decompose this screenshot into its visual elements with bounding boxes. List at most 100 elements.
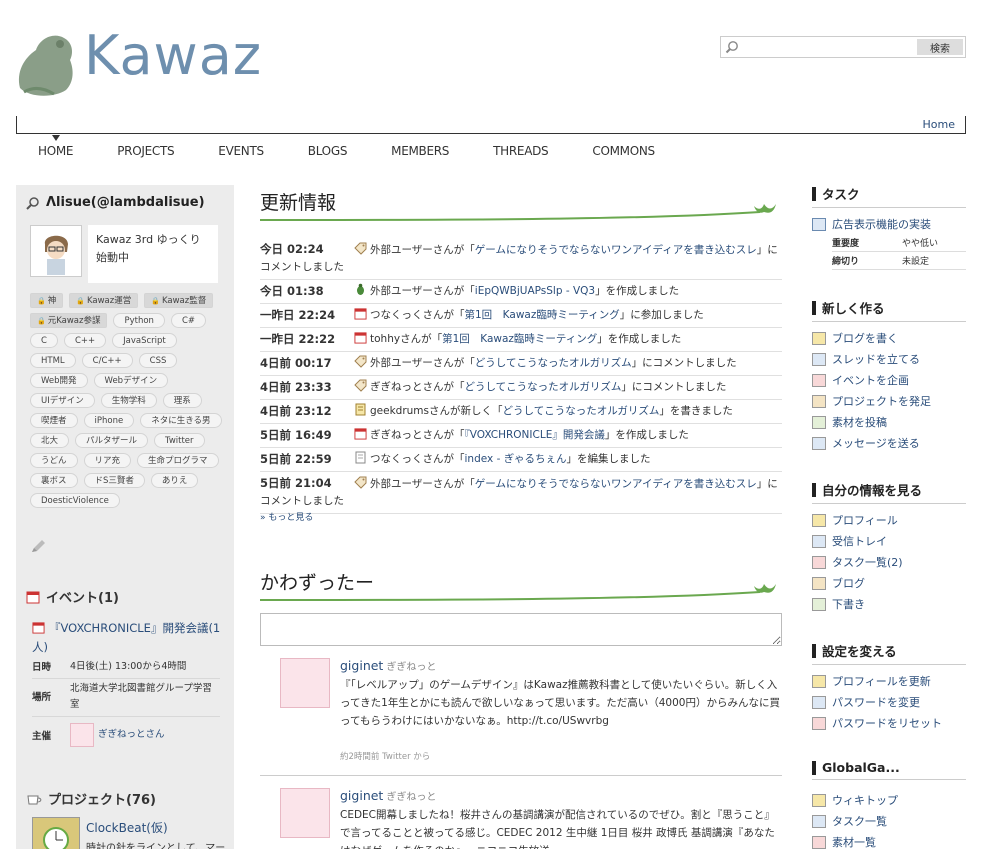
user-tag[interactable]: 🔒 Kawaz運営 — [69, 293, 139, 308]
user-tag[interactable]: ありえ — [150, 473, 199, 488]
create-link[interactable]: スレッドを立てる — [812, 351, 920, 367]
user-avatar-icon — [31, 226, 81, 276]
user-tag-label: Kawaz監督 — [161, 296, 207, 306]
update-link[interactable]: ゲームになりそうでならないワンアイディアを書き込むスレ — [475, 244, 757, 256]
user-tag[interactable]: DoesticViolence — [30, 493, 120, 508]
update-link[interactable]: 第1回 Kawaz臨時ミーティング — [465, 309, 620, 321]
user-tag-label: Web開発 — [41, 376, 77, 386]
create-link[interactable]: イベントを企画 — [812, 372, 909, 388]
update-link[interactable]: index - ぎゃるちぇん — [465, 453, 567, 465]
tweet-avatar[interactable] — [280, 658, 330, 708]
breadcrumb-home-link[interactable]: Home — [923, 118, 955, 131]
user-tag[interactable]: C — [30, 333, 58, 348]
update-text-post: 」を書きました — [659, 405, 733, 417]
global-link-text: ウィキトップ — [832, 794, 898, 807]
task-link-text: 広告表示機能の実装 — [832, 218, 931, 231]
user-tag[interactable]: 生物学科 — [100, 393, 157, 408]
nav-blogs[interactable]: BLOGS — [308, 144, 348, 158]
tweet-avatar[interactable] — [280, 788, 330, 838]
settings-link[interactable]: パスワードを変更 — [812, 694, 920, 710]
update-link[interactable]: どうしてこうなったオルガリズム — [465, 381, 622, 393]
settings-link[interactable]: プロフィールを更新 — [812, 673, 931, 689]
user-tag[interactable]: 北大 — [30, 433, 70, 448]
create-link[interactable]: メッセージを送る — [812, 435, 920, 451]
user-tag-label: パルタザール — [86, 436, 138, 446]
global-link[interactable]: 素材一覧 — [812, 834, 876, 849]
settings-link[interactable]: パスワードをリセット — [812, 715, 942, 731]
user-tag[interactable]: リア充 — [83, 453, 132, 468]
project-thumbnail[interactable] — [32, 817, 80, 849]
user-tag[interactable]: ネタに生きる男 — [140, 413, 222, 428]
nav-threads[interactable]: THREADS — [493, 144, 549, 158]
user-tag[interactable]: パルタザール — [75, 433, 149, 448]
update-text-pre: ぎぎねっとさんが「 — [370, 429, 465, 441]
nav-projects[interactable]: PROJECTS — [117, 144, 174, 158]
update-link[interactable]: iEpQWBjUAPsSlp - VQ3 — [475, 285, 595, 297]
host-avatar[interactable] — [70, 723, 94, 747]
myinfo-link[interactable]: タスク一覧(2) — [812, 554, 903, 570]
global-link[interactable]: タスク一覧 — [812, 813, 887, 829]
update-link[interactable]: 第1回 Kawaz臨時ミーティング — [442, 333, 597, 345]
nav-members[interactable]: MEMBERS — [391, 144, 449, 158]
nav-home[interactable]: HOME — [38, 144, 74, 158]
user-tag[interactable]: C++ — [63, 333, 107, 348]
bookmark-icon — [812, 186, 816, 201]
edit-tags-icon[interactable] — [30, 539, 48, 555]
kawazutter-input[interactable] — [260, 613, 782, 646]
user-tag[interactable]: 理系 — [162, 393, 202, 408]
nav-commons[interactable]: COMMONS — [592, 144, 655, 158]
user-tag[interactable]: 生命プログラマ — [137, 453, 219, 468]
user-tag[interactable]: Web開発 — [30, 373, 88, 388]
search-input[interactable] — [743, 39, 913, 55]
user-tag-label: Webデザイン — [104, 376, 158, 386]
avatar[interactable] — [30, 225, 82, 277]
create-link-text: 素材を投稿 — [832, 416, 887, 429]
task-link[interactable]: 広告表示機能の実装 — [812, 216, 931, 232]
myinfo-link[interactable]: プロフィール — [812, 512, 898, 528]
global-link[interactable]: ウィキトップ — [812, 792, 898, 808]
host-link[interactable]: ぎぎねっとさん — [98, 727, 165, 743]
user-tag[interactable]: 裏ボス — [30, 473, 78, 488]
user-tag[interactable]: HTML — [30, 353, 76, 368]
event-title-link[interactable]: 『VOXCHRONICLE』開発会議(1人) — [32, 619, 222, 657]
user-tag[interactable]: ドS三賢者 — [83, 473, 145, 488]
nav-events[interactable]: EVENTS — [218, 144, 264, 158]
update-link[interactable]: ゲームになりそうでならないワンアイディアを書き込むスレ — [475, 478, 757, 490]
user-tag[interactable]: iPhone — [83, 413, 135, 428]
create-link[interactable]: プロジェクトを発足 — [812, 393, 931, 409]
global-heading: GlobalGa... — [812, 760, 966, 780]
user-tag[interactable]: うどん — [30, 453, 78, 468]
user-tag[interactable]: Webデザイン — [93, 373, 169, 388]
tweet-user-link[interactable]: giginet — [340, 788, 383, 803]
update-link[interactable]: どうしてこうなったオルガリズム — [475, 357, 632, 369]
update-link[interactable]: 『VOXCHRONICLE』開発会議 — [465, 429, 605, 441]
user-tag[interactable]: C/C++ — [81, 353, 133, 368]
user-tag[interactable]: Twitter — [154, 433, 205, 448]
user-tag[interactable]: JavaScript — [112, 333, 177, 348]
profile-icon — [812, 513, 826, 527]
tweet-user-link[interactable]: giginet — [340, 658, 383, 673]
update-link[interactable]: どうしてこうなったオルガリズム — [503, 405, 660, 417]
user-tag[interactable]: 🔒 神 — [30, 293, 64, 308]
profile-heading: Λlisue(@lambdalisue) — [26, 195, 205, 210]
tweet-user-sub: ぎぎねっと — [386, 662, 437, 673]
bookmark-icon — [812, 482, 816, 497]
user-tag[interactable]: Python — [113, 313, 165, 328]
user-tag[interactable]: 🔒 元Kawaz参謀 — [30, 313, 108, 328]
user-tag[interactable]: 喫煙者 — [30, 413, 78, 428]
myinfo-link[interactable]: 下書き — [812, 596, 865, 612]
user-tag[interactable]: 🔒 Kawaz監督 — [144, 293, 214, 308]
create-link[interactable]: 素材を投稿 — [812, 414, 887, 430]
more-updates-link[interactable]: » もっと見る — [260, 510, 313, 523]
myinfo-link[interactable]: ブログ — [812, 575, 865, 591]
create-link[interactable]: ブログを書く — [812, 330, 898, 346]
user-tag[interactable]: CSS — [138, 353, 178, 368]
myinfo-link[interactable]: 受信トレイ — [812, 533, 887, 549]
kawaz-logo[interactable]: Kawaz — [14, 20, 274, 110]
user-tag[interactable]: C# — [170, 313, 207, 328]
project-link[interactable]: ClockBeat(仮) — [86, 819, 168, 836]
user-tag[interactable]: UIデザイン — [30, 393, 95, 408]
comment-tag-icon — [354, 379, 367, 392]
search-button[interactable]: 検索 — [917, 39, 963, 55]
update-text-pre: つなくっくさんが「 — [370, 453, 465, 465]
